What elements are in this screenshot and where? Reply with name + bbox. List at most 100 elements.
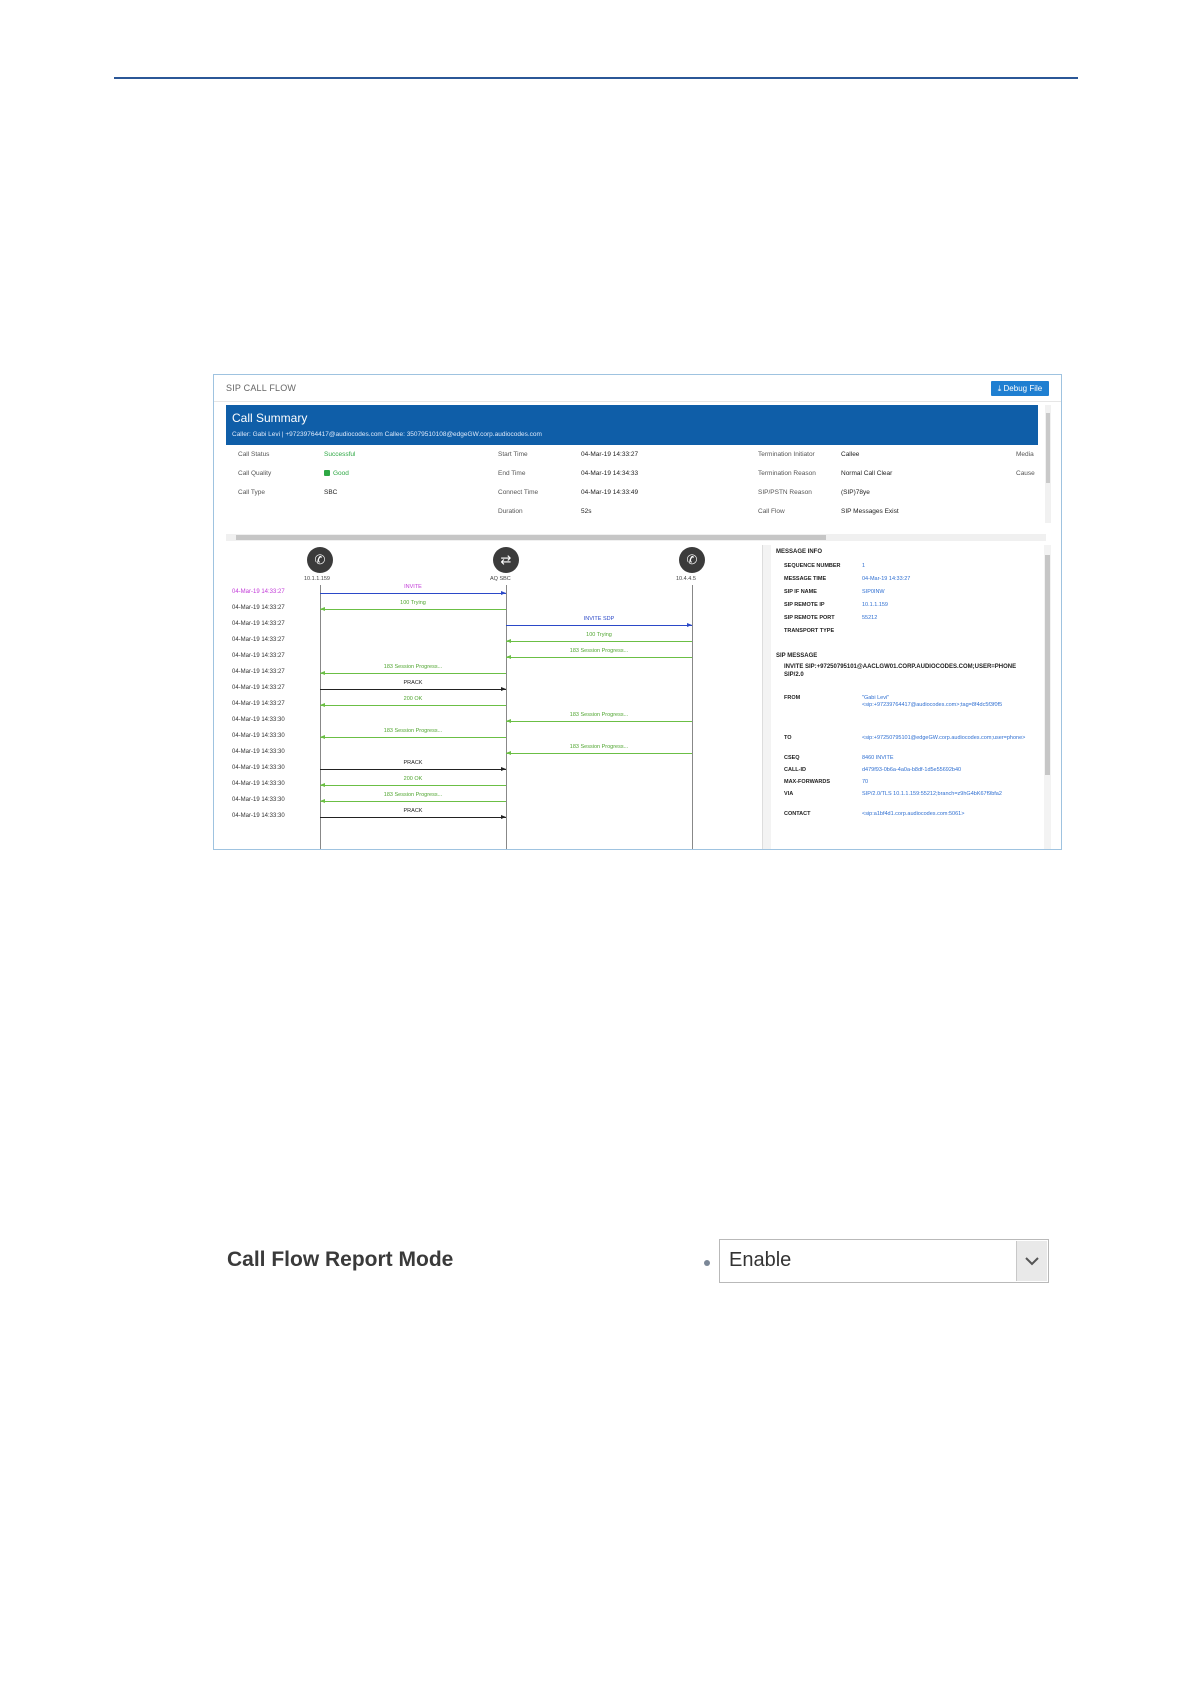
panel-splitter[interactable] xyxy=(762,545,771,849)
message-timestamp: 04-Mar-19 14:33:27 xyxy=(232,685,285,691)
endpoint-label: 10.1.1.159 xyxy=(304,576,330,582)
arrowhead-icon xyxy=(501,591,506,595)
summary-horizontal-scrollbar[interactable] xyxy=(226,534,1046,541)
info-value: SBC xyxy=(324,489,338,496)
message-label[interactable]: INVITE xyxy=(320,584,506,590)
chevron-down-icon[interactable] xyxy=(1016,1241,1047,1281)
message-arrow[interactable] xyxy=(506,719,692,723)
message-details-pane: MESSAGE INFO SEQUENCE NUMBER 1 MESSAGE TIME… xyxy=(774,545,1044,849)
call-flow-report-mode-label: Call Flow Report Mode xyxy=(227,1248,454,1271)
message-timestamp: 04-Mar-19 14:33:27 xyxy=(232,653,285,659)
endpoint-label: 10.4.4.5 xyxy=(676,576,696,582)
sip-request-line: INVITE SIP:+97250795101@AACLGW01.CORP.AU… xyxy=(784,664,1017,678)
detail-key: SIP REMOTE IP xyxy=(784,602,825,608)
message-timestamp: 04-Mar-19 14:33:30 xyxy=(232,717,285,723)
detail-key: TRANSPORT TYPE xyxy=(784,628,835,634)
message-timestamp: 04-Mar-19 14:33:30 xyxy=(232,765,285,771)
detail-value: d479f93-0b6a-4a0a-b8df-1d5e55692b40 xyxy=(862,767,962,773)
endpoint-node[interactable]: ✆ xyxy=(679,547,705,573)
info-label: SIP/PSTN Reason xyxy=(758,489,812,496)
call-flow-report-mode-select[interactable]: Enable xyxy=(719,1239,1049,1283)
arrowhead-icon xyxy=(506,719,511,723)
message-label[interactable]: 183 Session Progress... xyxy=(506,712,692,718)
detail-key: CONTACT xyxy=(784,811,811,817)
message-arrow[interactable] xyxy=(506,639,692,643)
detail-key: SIP IF NAME xyxy=(784,589,817,595)
info-value: Good xyxy=(324,470,349,477)
detail-key: CSEQ xyxy=(784,755,800,761)
summary-vertical-scrollbar[interactable] xyxy=(1045,405,1051,523)
arrowhead-icon xyxy=(501,687,506,691)
message-label[interactable]: 200 OK xyxy=(320,696,506,702)
info-label: Call Quality xyxy=(238,470,272,477)
lifeline xyxy=(692,585,693,849)
message-label[interactable]: 183 Session Progress... xyxy=(506,744,692,750)
message-arrow[interactable] xyxy=(320,767,506,771)
message-timestamp: 04-Mar-19 14:33:27 xyxy=(232,701,285,707)
message-arrow[interactable] xyxy=(506,655,692,659)
info-label: Duration xyxy=(498,508,523,515)
detail-value: 1 xyxy=(862,563,866,569)
message-arrow[interactable] xyxy=(320,671,506,675)
message-info-heading: MESSAGE INFO xyxy=(776,549,823,555)
message-arrow[interactable] xyxy=(320,687,506,691)
message-label[interactable]: 200 OK xyxy=(320,776,506,782)
sip-message-heading: SIP MESSAGE xyxy=(776,653,818,659)
info-label: Connect Time xyxy=(498,489,539,496)
call-summary-bar: Call Summary Caller: Gabi Levi | +972397… xyxy=(226,405,1038,445)
detail-value: 8460 INVITE xyxy=(862,755,894,761)
arrowhead-icon xyxy=(687,623,692,627)
arrowhead-icon xyxy=(501,815,506,819)
message-label[interactable]: 183 Session Progress... xyxy=(320,728,506,734)
info-label: Termination Initiator xyxy=(758,451,815,458)
info-value: Successful xyxy=(324,451,356,458)
message-label[interactable]: PRACK xyxy=(320,808,506,814)
detail-value: 10.1.1.159 xyxy=(862,602,888,608)
info-value: SIP Messages Exist xyxy=(841,508,899,515)
debug-file-button[interactable]: ⤓ Debug File xyxy=(991,381,1049,396)
message-label[interactable]: INVITE SDP xyxy=(506,616,692,622)
detail-key: FROM xyxy=(784,695,801,701)
message-arrow[interactable] xyxy=(320,703,506,707)
message-arrow[interactable] xyxy=(320,815,506,819)
detail-key: TO xyxy=(784,735,792,741)
info-label: Media xyxy=(1016,451,1034,458)
message-label[interactable]: 100 Trying xyxy=(320,600,506,606)
endpoint-node[interactable]: ⇄ xyxy=(493,547,519,573)
info-label: Start Time xyxy=(498,451,528,458)
message-timestamp: 04-Mar-19 14:33:30 xyxy=(232,749,285,755)
message-arrow[interactable] xyxy=(320,783,506,787)
message-label[interactable]: PRACK xyxy=(320,680,506,686)
info-value: 04-Mar-19 14:34:33 xyxy=(581,470,639,477)
panel-header: SIP CALL FLOW ⤓ Debug File xyxy=(214,375,1061,402)
message-label[interactable]: PRACK xyxy=(320,760,506,766)
info-label: Call Type xyxy=(238,489,265,496)
arrowhead-icon xyxy=(320,671,325,675)
detail-value: "Gabi Levi"<sip:+97239764417@audiocodes.… xyxy=(862,695,1003,708)
message-arrow[interactable] xyxy=(320,799,506,803)
message-label[interactable]: 100 Trying xyxy=(506,632,692,638)
message-label[interactable]: 183 Session Progress... xyxy=(506,648,692,654)
arrowhead-icon xyxy=(501,767,506,771)
message-arrow[interactable] xyxy=(506,751,692,755)
arrowhead-icon xyxy=(506,639,511,643)
endpoint-node[interactable]: ✆ xyxy=(307,547,333,573)
arrowhead-icon xyxy=(320,735,325,739)
arrowhead-icon xyxy=(320,783,325,787)
message-arrow[interactable] xyxy=(320,735,506,739)
detail-value: SIP/2.0/TLS 10.1.1.159:55212;branch=z9hG… xyxy=(862,791,1002,797)
message-timestamp: 04-Mar-19 14:33:30 xyxy=(232,797,285,803)
info-label: End Time xyxy=(498,470,526,477)
arrowhead-icon xyxy=(506,655,511,659)
message-arrow[interactable] xyxy=(320,591,506,595)
info-value: Normal Call Clear xyxy=(841,470,893,477)
endpoint-label: AQ SBC xyxy=(490,576,511,582)
details-vertical-scrollbar[interactable] xyxy=(1044,545,1051,849)
message-label[interactable]: 183 Session Progress... xyxy=(320,664,506,670)
message-timestamp: 04-Mar-19 14:33:27 xyxy=(232,621,285,627)
message-arrow[interactable] xyxy=(320,607,506,611)
message-arrow[interactable] xyxy=(506,623,692,627)
detail-value: 70 xyxy=(862,779,869,785)
message-label[interactable]: 183 Session Progress... xyxy=(320,792,506,798)
detail-key: CALL-ID xyxy=(784,767,806,773)
